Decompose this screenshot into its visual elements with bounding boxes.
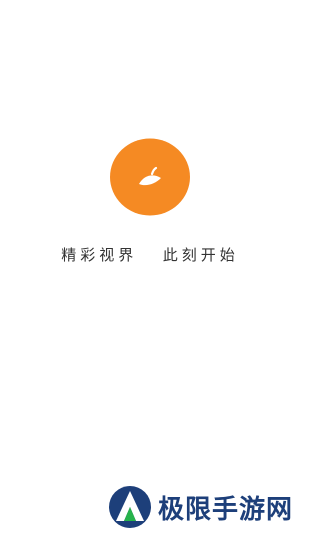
watermark: 极限手游网 xyxy=(108,485,294,529)
slogan-part-2: 此刻开始 xyxy=(162,246,239,264)
slogan-text: 精彩视界 此刻开始 xyxy=(0,244,300,265)
slogan-part-1: 精彩视界 xyxy=(61,246,138,264)
splash-screen: 精彩视界 此刻开始 极限手游网 xyxy=(0,0,300,534)
orange-fruit-icon xyxy=(110,138,190,216)
watermark-text: 极限手游网 xyxy=(158,494,294,525)
xtreme-logo-icon xyxy=(109,486,151,528)
